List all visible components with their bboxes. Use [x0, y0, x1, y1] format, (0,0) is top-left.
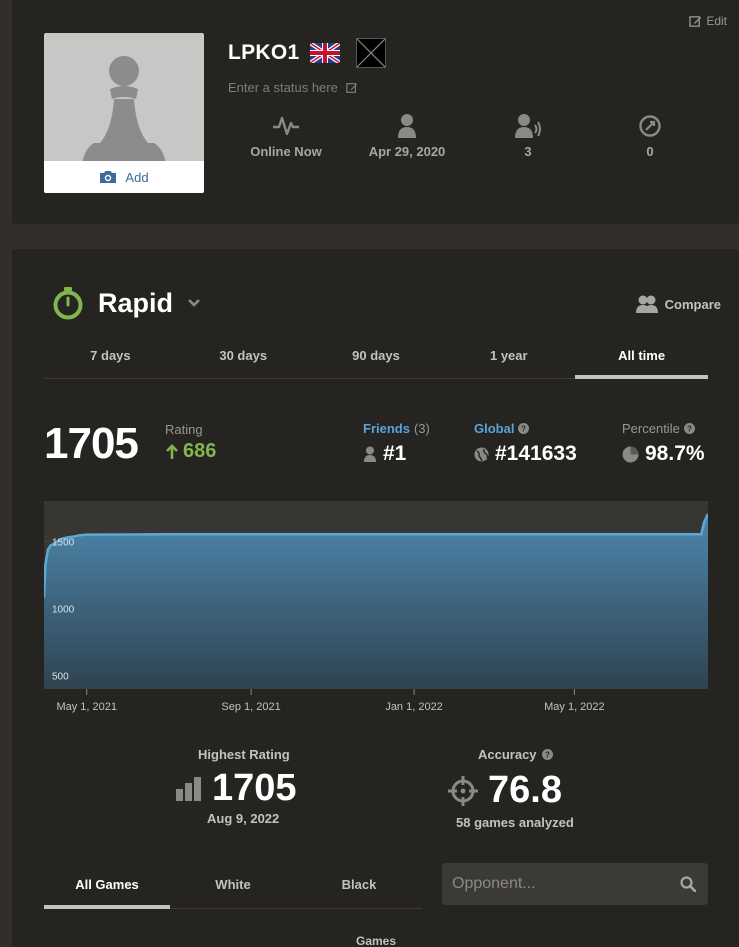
- activity-icon: [273, 116, 299, 136]
- edit-icon: [689, 15, 702, 27]
- y-tick-label: 500: [52, 672, 69, 683]
- edit-label: Edit: [706, 14, 727, 28]
- profile-card: Edit Add LPKO1 Enter a status here Onlin…: [12, 0, 739, 224]
- crosshair-icon: [448, 775, 478, 806]
- y-tick-label: 1000: [52, 604, 75, 615]
- accuracy-label: Accuracy: [478, 747, 537, 762]
- svg-text:?: ?: [522, 425, 527, 434]
- tab-white[interactable]: White: [170, 863, 296, 908]
- games-analyzed: 58 games analyzed: [456, 815, 574, 830]
- status-input[interactable]: Enter a status here: [228, 80, 358, 95]
- tab-30-days[interactable]: 30 days: [177, 341, 310, 378]
- rating-change: 686: [165, 440, 216, 463]
- svg-text:?: ?: [545, 751, 550, 760]
- bar-chart-icon: [176, 776, 201, 801]
- rating-area: [44, 513, 708, 689]
- uk-flag-icon: [309, 43, 340, 63]
- percentile: Percentile ? 98.7%: [622, 421, 705, 466]
- stat-joined: Apr 29, 2020: [352, 112, 462, 159]
- accuracy-header: Accuracy ?: [478, 747, 553, 762]
- followers-icon: [515, 114, 541, 138]
- rating-change-value: 686: [183, 440, 217, 462]
- game-color-tabs: All Games White Black: [44, 863, 422, 909]
- tab-7-days[interactable]: 7 days: [44, 341, 177, 378]
- views-icon: [639, 115, 661, 137]
- stat-online: Online Now: [231, 112, 341, 159]
- help-icon[interactable]: ?: [683, 423, 695, 434]
- highest-rating-date: Aug 9, 2022: [207, 811, 280, 826]
- mode-title: Rapid: [98, 287, 174, 318]
- x-tick-label: Sep 1, 2021: [221, 701, 280, 713]
- mode-selector[interactable]: Rapid: [52, 286, 201, 320]
- stat-followers: 3: [473, 112, 583, 159]
- time-range-tabs: 7 days 30 days 90 days 1 year All time: [44, 341, 708, 379]
- percentile-label: Percentile: [622, 421, 680, 436]
- global-rank-value: #141633: [495, 442, 577, 465]
- username-row: LPKO1: [228, 38, 386, 68]
- global-rank[interactable]: Global ? #141633: [474, 421, 577, 466]
- tab-all-time[interactable]: All time: [575, 341, 708, 379]
- stat-followers-count: 3: [524, 144, 532, 159]
- avatar-add-label: Add: [125, 169, 149, 185]
- placeholder-badge-icon: [355, 38, 386, 68]
- games-column-header: Games: [356, 934, 397, 947]
- compare-button[interactable]: Compare: [635, 294, 721, 314]
- svg-text:?: ?: [687, 425, 692, 434]
- rating-chart[interactable]: 500 1000 1500: [44, 501, 708, 689]
- person-icon: [398, 114, 416, 138]
- highest-rating-value: 1705: [212, 767, 297, 809]
- tab-black[interactable]: Black: [296, 863, 422, 908]
- tab-1-year[interactable]: 1 year: [442, 341, 575, 378]
- search-icon[interactable]: [680, 876, 696, 892]
- person-icon: [364, 446, 376, 462]
- y-tick-label: 1500: [52, 537, 75, 548]
- highest-rating-label: Highest Rating: [198, 747, 290, 762]
- chevron-down-icon: [188, 299, 200, 307]
- stat-joined-label: Apr 29, 2020: [368, 144, 446, 159]
- edit-status-icon: [346, 82, 357, 93]
- status-placeholder: Enter a status here: [228, 80, 338, 95]
- compare-label: Compare: [664, 296, 721, 312]
- camera-icon: [100, 171, 117, 183]
- globe-icon: [474, 447, 489, 461]
- percentile-value: 98.7%: [645, 442, 705, 465]
- friends-rank[interactable]: Friends (3) #1: [363, 421, 430, 466]
- rating-label: Rating: [165, 422, 203, 437]
- accuracy: 76.8: [448, 769, 562, 812]
- x-tick-label: May 1, 2021: [56, 701, 117, 713]
- avatar-add-button[interactable]: Add: [44, 161, 204, 193]
- help-icon[interactable]: ?: [541, 749, 553, 760]
- x-tick-label: May 1, 2022: [544, 701, 605, 713]
- stat-online-label: Online Now: [250, 144, 322, 159]
- stopwatch-icon: [53, 287, 83, 320]
- arrow-up-icon: [166, 443, 178, 459]
- accuracy-value: 76.8: [488, 769, 562, 811]
- avatar[interactable]: Add: [44, 33, 204, 193]
- pie-icon: [622, 446, 639, 462]
- tab-90-days[interactable]: 90 days: [310, 341, 443, 378]
- help-icon[interactable]: ?: [518, 423, 530, 434]
- friends-rank-value: #1: [383, 442, 407, 465]
- friends-count: (3): [413, 421, 430, 436]
- current-rating: 1705: [44, 419, 139, 468]
- stat-views: 0: [595, 112, 705, 159]
- compare-users-icon: [635, 295, 658, 313]
- stats-card: Rapid Compare 7 days 30 days 90 days 1 y…: [12, 249, 739, 947]
- username: LPKO1: [228, 41, 300, 64]
- edit-profile-link[interactable]: Edit: [689, 14, 727, 28]
- opponent-search: [442, 863, 708, 905]
- global-label: Global: [474, 421, 515, 436]
- stat-views-count: 0: [646, 144, 654, 159]
- friends-label: Friends: [363, 421, 410, 436]
- opponent-input[interactable]: [442, 875, 680, 893]
- chart-x-axis: May 1, 2021 Sep 1, 2021 Jan 1, 2022 May 1, …: [56, 689, 605, 713]
- highest-rating: 1705: [176, 767, 297, 810]
- x-tick-label: Jan 1, 2022: [385, 701, 443, 713]
- tab-all-games[interactable]: All Games: [44, 863, 170, 909]
